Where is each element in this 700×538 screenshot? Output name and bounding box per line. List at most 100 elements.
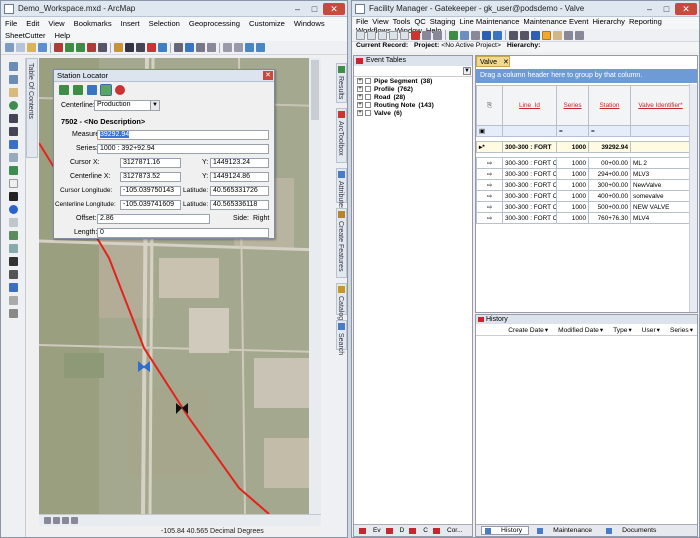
event-tables-dropdown[interactable]: ▼ [354, 66, 472, 77]
expand-icon[interactable]: + [357, 86, 363, 92]
table-cell[interactable]: 300-300 : FORT C [502, 179, 557, 191]
vertex-icon[interactable] [76, 43, 85, 52]
exit-icon[interactable] [115, 85, 125, 95]
help-icon[interactable] [256, 43, 265, 52]
table-row[interactable]: ⇨ 300-300 : FORT C 1000 400+00.00 somevalve [476, 190, 691, 202]
menu-item-windows[interactable]: Windows [294, 19, 325, 28]
vertical-scrollbar[interactable] [689, 84, 697, 312]
table-cell[interactable]: 1000 [556, 201, 589, 213]
table-cell[interactable]: 300-300 : FORT C [502, 212, 557, 224]
column-header-valve-identifier[interactable]: Valve Identifier* [630, 85, 691, 126]
python-icon[interactable] [245, 43, 254, 52]
fm-flag-icon[interactable] [493, 30, 502, 40]
table-cell[interactable]: 400+00.00 [588, 190, 631, 202]
station-locator-close-button[interactable]: ✕ [263, 71, 273, 80]
station-icon[interactable] [158, 43, 167, 52]
fixed-zoom-out-icon[interactable] [9, 127, 18, 136]
filter-cell[interactable] [630, 125, 691, 137]
event-table-item[interactable]: + Road (28) [354, 93, 472, 101]
row-link-icon[interactable]: ⇨ [476, 157, 503, 169]
menu-item-geoprocessing[interactable]: Geoprocessing [189, 19, 240, 28]
goto-xy-icon[interactable] [9, 283, 18, 292]
close-tab-icon[interactable]: ✕ [503, 59, 509, 66]
find-icon[interactable] [9, 257, 18, 266]
expand-icon[interactable]: + [357, 78, 363, 84]
column-header-line-id[interactable]: Line_Id [502, 85, 557, 126]
group-by-area[interactable]: Drag a column header here to group by th… [476, 69, 697, 83]
table-cell[interactable]: 300-300 : FORT C [502, 201, 557, 213]
fm-menu-item-tools[interactable]: Tools [393, 17, 411, 26]
event-bottom-tab[interactable]: D [385, 527, 404, 534]
fm-menu-item-view[interactable]: View [372, 17, 388, 26]
polygon-icon[interactable] [207, 43, 216, 52]
tab-valve[interactable]: Valve ✕ [476, 56, 510, 67]
fm-highlight-icon[interactable] [542, 30, 551, 40]
history-column-header[interactable]: Type▾ [608, 326, 632, 334]
zoom-out-icon[interactable] [9, 75, 18, 84]
table-cell[interactable]: 1000 [556, 190, 589, 202]
event-bottom-tab[interactable]: Ev [359, 527, 381, 534]
fm-delete-icon[interactable] [411, 30, 420, 40]
event-table-item[interactable]: + Profile (762) [354, 85, 472, 93]
fm-menu-item-maintenance-event[interactable]: Maintenance Event [523, 17, 588, 26]
event-table-checkbox[interactable] [365, 102, 371, 108]
trace-icon[interactable] [174, 43, 183, 52]
dock-tab-catalog[interactable]: Catalog [336, 283, 347, 320]
layout-view-icon[interactable] [53, 517, 60, 524]
maximize-button[interactable]: □ [306, 3, 323, 15]
filter-cell[interactable]: = [588, 125, 631, 137]
refresh-icon[interactable] [62, 517, 69, 524]
table-of-contents-tab[interactable]: Table Of Contents [26, 58, 38, 158]
locate-icon[interactable] [147, 43, 156, 52]
pin-icon[interactable] [87, 85, 97, 95]
pan-icon[interactable] [9, 88, 18, 97]
fm-minimize-button[interactable]: – [641, 3, 658, 15]
table-cell[interactable]: 1000 [556, 141, 589, 153]
data-view-icon[interactable] [44, 517, 51, 524]
fm-titlebar[interactable]: Facility Manager - Gatekeeper - gk_user@… [352, 1, 699, 17]
fm-copy-icon[interactable] [389, 30, 398, 40]
arcmap-titlebar[interactable]: Demo_Workspace.mxd - ArcMap – □ ✕ [1, 1, 347, 17]
measure-field[interactable]: 39292.94 [97, 130, 269, 140]
row-link-icon[interactable]: ⇨ [476, 212, 503, 224]
zoom-in-icon[interactable] [9, 62, 18, 71]
history-column-header[interactable]: Modified Date▾ [553, 326, 603, 334]
back-arrow-icon[interactable] [9, 140, 18, 149]
fm-locate-icon[interactable] [531, 30, 540, 40]
menu-item-bookmarks[interactable]: Bookmarks [74, 19, 112, 28]
fm-menu-item-reporting[interactable]: Reporting [629, 17, 662, 26]
fm-select-icon[interactable] [520, 30, 529, 40]
current-row[interactable]: ▸* 300-300 : FORT 1000 39292.94 [476, 141, 691, 153]
row-link-icon[interactable]: ⇨ [476, 190, 503, 202]
fm-menu-item-line-maintenance[interactable]: Line Maintenance [459, 17, 519, 26]
event-table-checkbox[interactable] [365, 78, 371, 84]
event-table-checkbox[interactable] [365, 110, 371, 116]
table-cell[interactable]: 500+00.00 [588, 201, 631, 213]
pipeline-icon[interactable] [114, 43, 123, 52]
history-tab-documents[interactable]: Documents [603, 527, 662, 534]
menu-item-insert[interactable]: Insert [121, 19, 140, 28]
filter-cell[interactable] [502, 125, 557, 137]
fm-maximize-button[interactable]: □ [658, 3, 675, 15]
event-table-item[interactable]: + Valve (6) [354, 109, 472, 117]
pause-icon[interactable] [71, 517, 78, 524]
event-table-item[interactable]: + Routing Note (143) [354, 101, 472, 109]
identify-icon[interactable] [54, 43, 63, 52]
html-popup-icon[interactable] [9, 231, 18, 240]
close-button[interactable]: ✕ [323, 2, 345, 15]
dock-tab-results[interactable]: Results [336, 63, 347, 103]
fm-undo-icon[interactable] [422, 30, 431, 40]
history-tab-maintenance[interactable]: Maintenance [534, 527, 598, 534]
column-header-station[interactable]: Station [588, 85, 631, 126]
event-table-item[interactable]: + Pipe Segment (38) [354, 77, 472, 85]
pointer-icon[interactable] [9, 192, 18, 201]
column-header-series[interactable]: Series [556, 85, 589, 126]
select-tool-icon[interactable] [16, 43, 25, 52]
table-cell[interactable]: 1000 [556, 157, 589, 169]
fm-export-icon[interactable] [575, 30, 584, 40]
fm-close-button[interactable]: ✕ [675, 2, 697, 15]
menu-item-edit[interactable]: Edit [26, 19, 39, 28]
find-route-icon[interactable] [9, 270, 18, 279]
time-slider-icon[interactable] [9, 296, 18, 305]
flag-icon[interactable] [185, 43, 194, 52]
